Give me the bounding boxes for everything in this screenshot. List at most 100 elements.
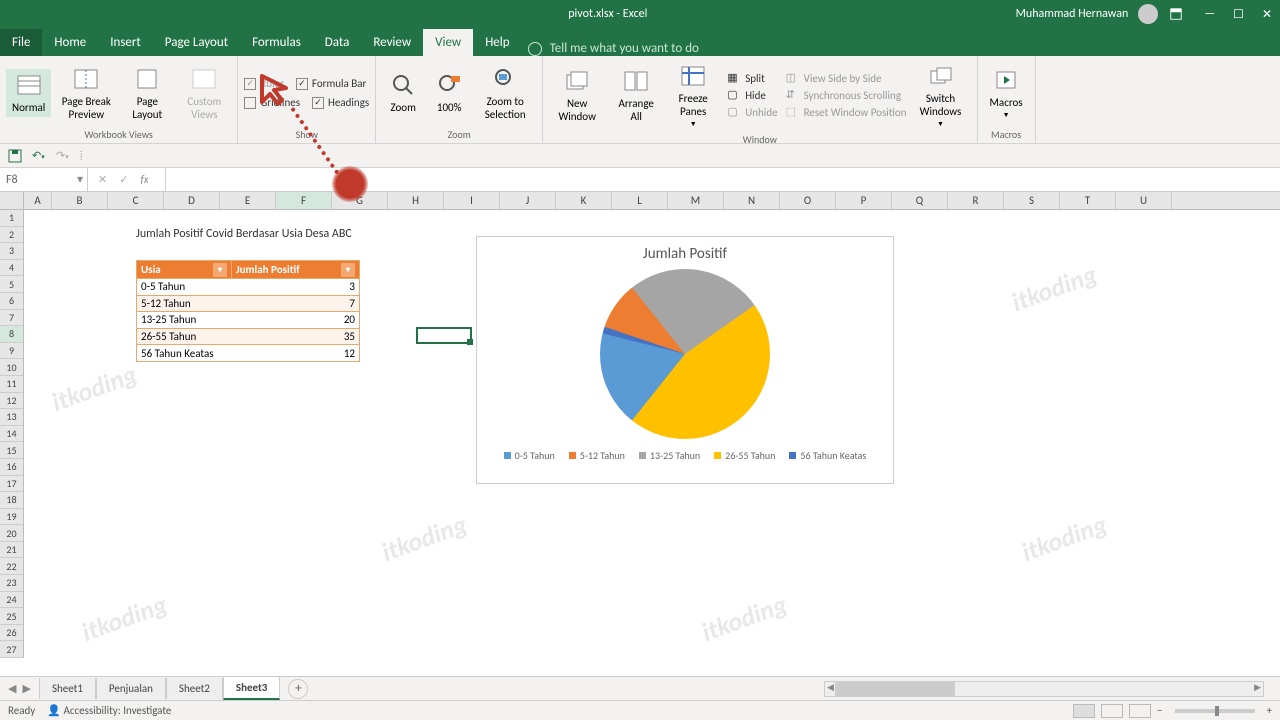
col-header-T[interactable]: T [1060, 192, 1116, 209]
row-header-22[interactable]: 22 [0, 558, 23, 575]
row-header-13[interactable]: 13 [0, 409, 23, 426]
zoom-100-button[interactable]: 100% [428, 69, 470, 116]
new-window-button[interactable]: New Window [549, 65, 605, 125]
qat-customize-icon[interactable]: ⁞ [80, 150, 82, 161]
row-header-27[interactable]: 27 [0, 641, 23, 658]
filter-icon[interactable]: ▾ [213, 263, 227, 277]
maximize-icon[interactable]: ☐ [1233, 7, 1244, 22]
normal-view-status-icon[interactable] [1073, 704, 1095, 718]
col-header-A[interactable]: A [24, 192, 52, 209]
tab-home[interactable]: Home [42, 29, 98, 56]
close-icon[interactable]: ✕ [1262, 7, 1272, 22]
tab-page-layout[interactable]: Page Layout [153, 29, 240, 56]
row-header-10[interactable]: 10 [0, 359, 23, 376]
zoom-slider[interactable] [1175, 709, 1255, 713]
col-header-L[interactable]: L [612, 192, 668, 209]
add-sheet-button[interactable]: + [288, 679, 308, 699]
name-box[interactable]: F8▾ [0, 168, 88, 191]
accessibility-status[interactable]: 👤 Accessibility: Investigate [47, 704, 171, 717]
sheet-tab-sheet3[interactable]: Sheet3 [223, 677, 281, 700]
table-row[interactable]: 56 Tahun Keatas12 [137, 344, 359, 361]
headings-checkbox[interactable]: ✓Headings [312, 94, 369, 111]
page-break-status-icon[interactable] [1129, 704, 1151, 718]
col-header-U[interactable]: U [1116, 192, 1172, 209]
hide-button[interactable]: ▢Hide [727, 87, 777, 103]
row-header-21[interactable]: 21 [0, 542, 23, 559]
row-header-5[interactable]: 5 [0, 276, 23, 293]
sheet-nav-next-icon[interactable]: ▶ [22, 682, 30, 695]
chart[interactable]: Jumlah Positif 0-5 Tahun5-12 Tahun13-25 … [476, 236, 894, 484]
filter-icon[interactable]: ▾ [341, 263, 355, 277]
row-header-4[interactable]: 4 [0, 260, 23, 277]
col-header-I[interactable]: I [444, 192, 500, 209]
sheet-tab-sheet2[interactable]: Sheet2 [166, 678, 223, 699]
row-header-2[interactable]: 2 [0, 227, 23, 244]
tab-insert[interactable]: Insert [98, 29, 153, 56]
row-headers[interactable]: 1234567891011121314151617181920212223242… [0, 210, 24, 658]
tab-file[interactable]: File [0, 29, 42, 56]
minimize-icon[interactable]: — [1204, 7, 1215, 22]
undo-icon[interactable]: ↶▾ [32, 149, 46, 163]
row-header-25[interactable]: 25 [0, 608, 23, 625]
tab-view[interactable]: View [423, 29, 473, 56]
horizontal-scrollbar[interactable]: ◀▶ [824, 681, 1264, 697]
chevron-down-icon[interactable]: ▾ [77, 172, 83, 187]
redo-icon[interactable]: ↷▾ [56, 149, 70, 163]
arrange-all-button[interactable]: Arrange All [609, 65, 663, 125]
fx-icon[interactable]: fx [140, 173, 148, 186]
row-header-15[interactable]: 15 [0, 442, 23, 459]
row-header-9[interactable]: 9 [0, 343, 23, 360]
page-break-button[interactable]: Page Break Preview [55, 63, 117, 123]
tab-help[interactable]: Help [473, 29, 521, 56]
col-header-D[interactable]: D [164, 192, 220, 209]
col-header-J[interactable]: J [500, 192, 556, 209]
user-name[interactable]: Muhammad Hernawan [1016, 7, 1129, 21]
col-header-Q[interactable]: Q [892, 192, 948, 209]
zoom-button[interactable]: Zoom [382, 69, 424, 116]
column-headers[interactable]: ABCDEFGHIJKLMNOPQRSTU [24, 192, 1280, 210]
zoom-selection-button[interactable]: Zoom to Selection [474, 63, 536, 123]
row-header-11[interactable]: 11 [0, 376, 23, 393]
tab-data[interactable]: Data [313, 29, 362, 56]
row-header-23[interactable]: 23 [0, 575, 23, 592]
fill-handle[interactable] [467, 339, 473, 345]
col-header-F[interactable]: F [276, 192, 332, 209]
zoom-out-button[interactable]: − [1157, 704, 1162, 717]
row-header-16[interactable]: 16 [0, 459, 23, 476]
col-header-O[interactable]: O [780, 192, 836, 209]
page-layout-status-icon[interactable] [1101, 704, 1123, 718]
col-header-B[interactable]: B [52, 192, 108, 209]
table-row[interactable]: 0-5 Tahun3 [137, 278, 359, 295]
row-header-24[interactable]: 24 [0, 592, 23, 609]
row-header-26[interactable]: 26 [0, 625, 23, 642]
row-header-12[interactable]: 12 [0, 393, 23, 410]
avatar[interactable] [1138, 4, 1158, 24]
sheet-tab-sheet1[interactable]: Sheet1 [39, 678, 96, 699]
page-layout-button[interactable]: Page Layout [121, 63, 173, 123]
sheet-nav-prev-icon[interactable]: ◀ [8, 682, 16, 695]
col-header-H[interactable]: H [388, 192, 444, 209]
col-header-M[interactable]: M [668, 192, 724, 209]
row-header-20[interactable]: 20 [0, 525, 23, 542]
row-header-7[interactable]: 7 [0, 310, 23, 327]
row-header-1[interactable]: 1 [0, 210, 23, 227]
select-all-corner[interactable] [0, 192, 24, 210]
row-header-18[interactable]: 18 [0, 492, 23, 509]
split-button[interactable]: ▦Split [727, 70, 777, 86]
col-header-E[interactable]: E [220, 192, 276, 209]
table-row[interactable]: 26-55 Tahun35 [137, 328, 359, 345]
col-header-S[interactable]: S [1004, 192, 1060, 209]
selected-cell[interactable] [416, 327, 472, 344]
col-header-K[interactable]: K [556, 192, 612, 209]
table-row[interactable]: 13-25 Tahun20 [137, 311, 359, 328]
freeze-panes-button[interactable]: Freeze Panes▼ [667, 60, 719, 131]
row-header-3[interactable]: 3 [0, 243, 23, 260]
row-header-8[interactable]: 8 [0, 326, 23, 343]
formula-bar-checkbox[interactable]: ✓Formula Bar [296, 75, 366, 92]
tab-review[interactable]: Review [361, 29, 423, 56]
zoom-in-button[interactable]: + [1267, 704, 1272, 717]
tell-me[interactable]: Tell me what you want to do [528, 41, 699, 56]
tab-formulas[interactable]: Formulas [240, 29, 313, 56]
sheet-tab-penjualan[interactable]: Penjualan [96, 678, 166, 699]
row-header-19[interactable]: 19 [0, 509, 23, 526]
